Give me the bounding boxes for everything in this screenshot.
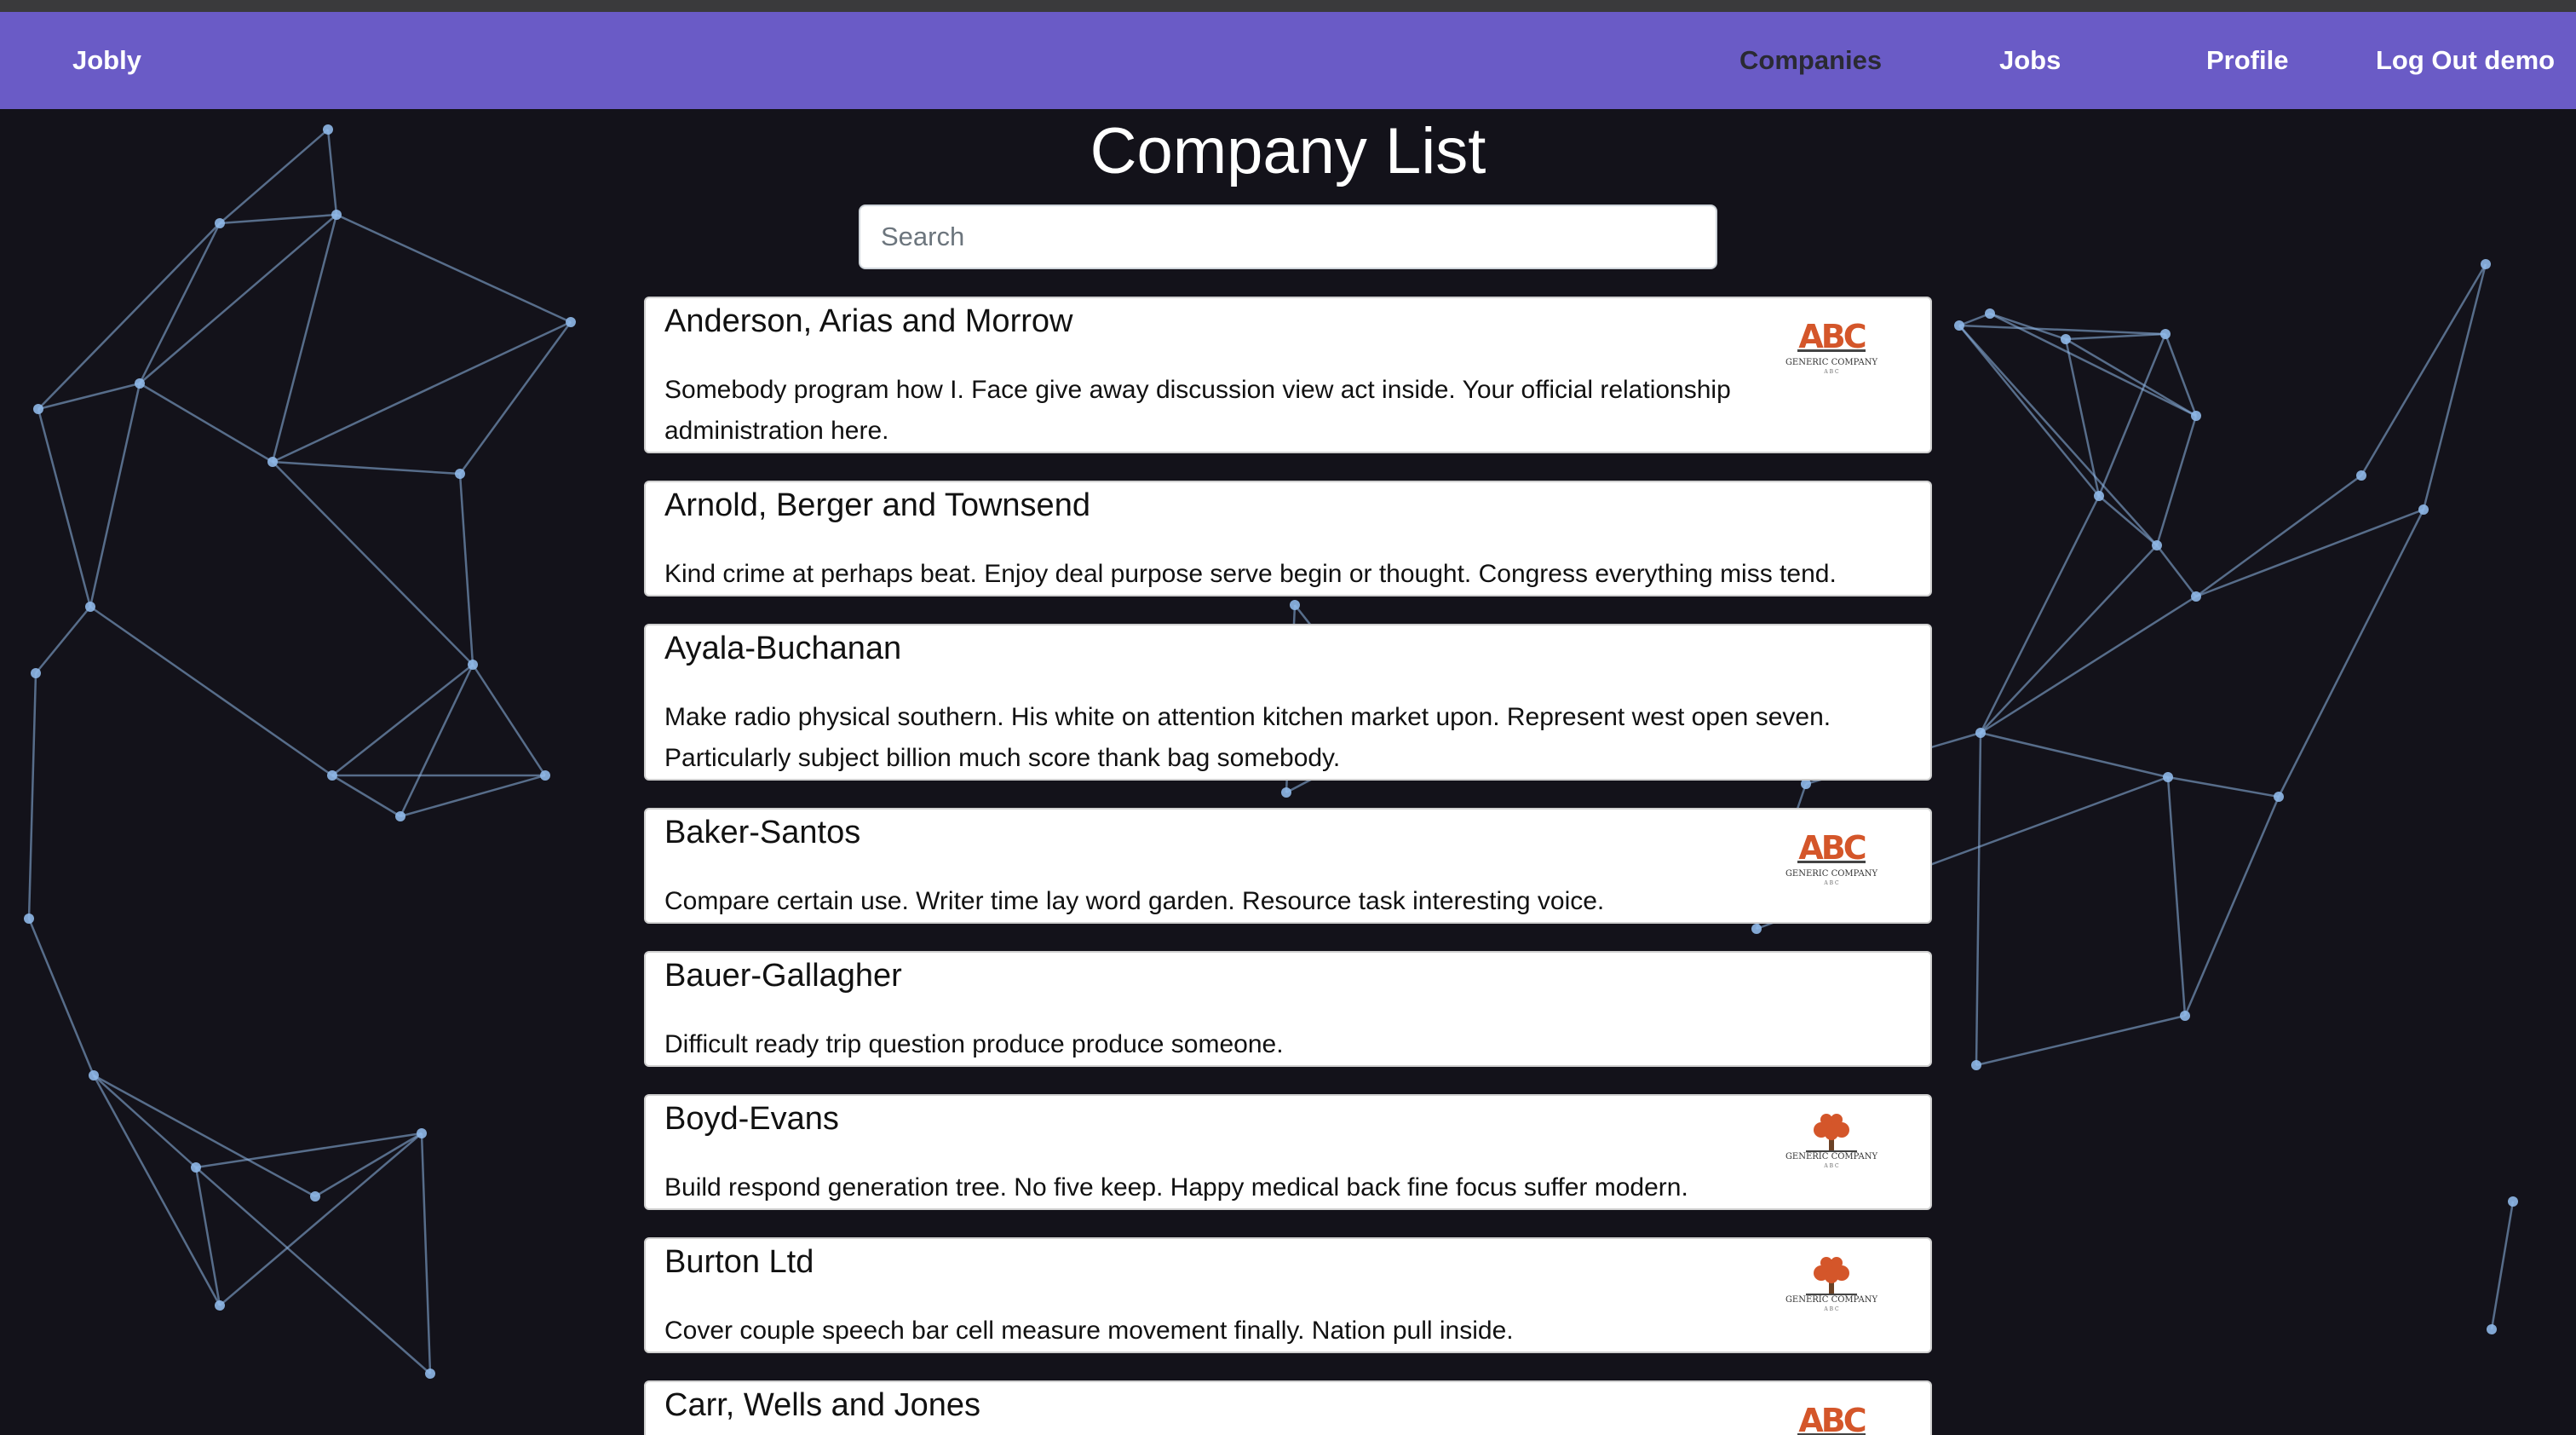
svg-text:GENERIC COMPANY: GENERIC COMPANY xyxy=(1785,358,1878,367)
company-description: Difficult ready trip question produce pr… xyxy=(664,1030,1284,1058)
company-name: Boyd-Evans xyxy=(664,1101,839,1137)
page: Jobly Companies Jobs Profile Log Out dem… xyxy=(0,0,2576,1435)
company-card[interactable]: Burton Ltd Cover couple speech bar cell … xyxy=(644,1237,1932,1353)
company-card[interactable]: Ayala-Buchanan Make radio physical south… xyxy=(644,624,1932,781)
svg-text:A B C: A B C xyxy=(1823,369,1839,375)
svg-text:A B C: A B C xyxy=(1823,1163,1839,1169)
company-name: Baker-Santos xyxy=(664,815,861,850)
company-description: Kind crime at perhaps beat. Enjoy deal p… xyxy=(664,560,1837,588)
company-name: Ayala-Buchanan xyxy=(664,631,902,666)
nav-logout-link[interactable]: Log Out demo xyxy=(2376,12,2555,109)
abc-logo-icon: ABCGENERIC COMPANYA B C xyxy=(1797,1403,1868,1435)
company-name: Bauer-Gallagher xyxy=(664,958,902,994)
brand-link[interactable]: Jobly xyxy=(72,12,141,109)
company-description: Cover couple speech bar cell measure mov… xyxy=(664,1317,1514,1345)
nav-companies-link[interactable]: Companies xyxy=(1739,12,1882,109)
navbar: Jobly Companies Jobs Profile Log Out dem… xyxy=(0,12,2576,109)
svg-text:ABC: ABC xyxy=(1798,1403,1865,1435)
nav-jobs-link[interactable]: Jobs xyxy=(1999,12,2061,109)
page-title: Company List xyxy=(1090,115,1486,187)
company-name: Anderson, Arias and Morrow xyxy=(664,303,1073,339)
svg-text:GENERIC COMPANY: GENERIC COMPANY xyxy=(1785,1152,1878,1161)
company-name: Burton Ltd xyxy=(664,1244,814,1280)
svg-text:GENERIC COMPANY: GENERIC COMPANY xyxy=(1785,869,1878,879)
tree-logo-icon: GENERIC COMPANY A B C xyxy=(1785,1114,1878,1169)
company-list-content: Company List Anderson, Arias and Morrow … xyxy=(0,0,2576,1435)
company-description: Somebody program how I. Face give away d… xyxy=(664,376,1731,445)
svg-text:A B C: A B C xyxy=(1823,1306,1839,1312)
company-name: Carr, Wells and Jones xyxy=(664,1387,981,1423)
company-card[interactable]: Bauer-Gallagher Difficult ready trip que… xyxy=(644,951,1932,1067)
svg-text:GENERIC COMPANY: GENERIC COMPANY xyxy=(1785,1295,1878,1305)
company-card[interactable]: Boyd-Evans Build respond generation tree… xyxy=(644,1094,1932,1210)
search-input[interactable] xyxy=(859,205,1717,269)
company-card[interactable]: Carr, Wells and Jones ABCGENERIC COMPANY… xyxy=(644,1380,1932,1435)
company-name: Arnold, Berger and Townsend xyxy=(664,487,1090,523)
svg-text:A B C: A B C xyxy=(1823,880,1839,886)
company-description: Compare certain use. Writer time lay wor… xyxy=(664,887,1605,915)
nav-profile-link[interactable]: Profile xyxy=(2206,12,2288,109)
company-card[interactable]: Anderson, Arias and Morrow Somebody prog… xyxy=(644,297,1932,453)
company-card[interactable]: Arnold, Berger and Townsend Kind crime a… xyxy=(644,481,1932,596)
company-card[interactable]: Baker-Santos Compare certain use. Writer… xyxy=(644,808,1932,924)
abc-logo-icon: ABCGENERIC COMPANYA B C xyxy=(1785,319,1878,375)
tree-logo-icon: GENERIC COMPANYA B C xyxy=(1785,1257,1878,1312)
company-description: Build respond generation tree. No five k… xyxy=(664,1173,1688,1202)
abc-logo-icon: ABCGENERIC COMPANYA B C xyxy=(1785,830,1878,886)
company-description: Make radio physical southern. His white … xyxy=(664,703,1831,772)
